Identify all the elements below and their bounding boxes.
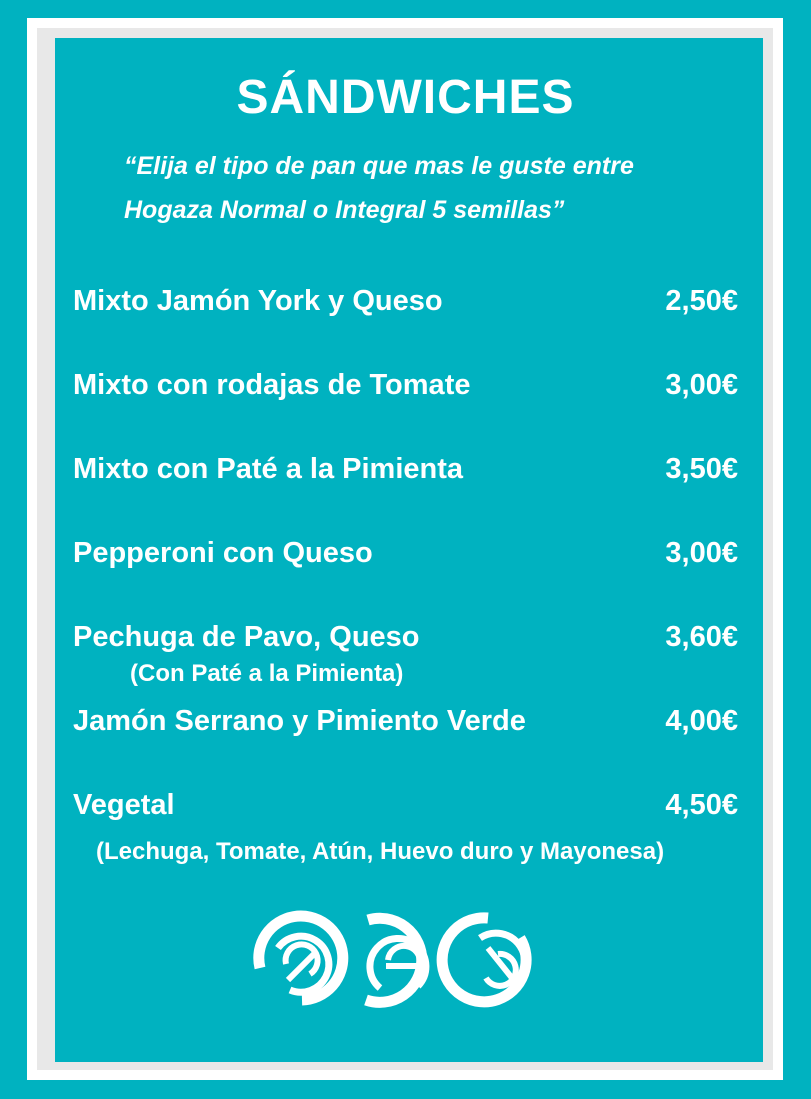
menu-item: Mixto con Paté a la Pimienta 3,50€ <box>73 453 738 489</box>
menu-item-name: Pepperoni con Queso <box>73 537 373 569</box>
menu-item: Pepperoni con Queso 3,00€ <box>73 537 738 573</box>
menu-item-price: 2,50€ <box>665 285 738 317</box>
menu-item-price: 3,00€ <box>665 537 738 569</box>
menu-title: SÁNDWICHES <box>236 71 575 124</box>
menu-item: Jamón Serrano y Pimiento Verde 4,00€ <box>73 705 738 741</box>
menu-item-price: 3,50€ <box>665 453 738 485</box>
menu-item-name: Mixto con rodajas de Tomate <box>73 369 471 401</box>
menu-item-price: 4,50€ <box>665 789 738 821</box>
menu-item-name: Pechuga de Pavo, Queso <box>73 621 420 653</box>
menu-item-name: Vegetal <box>73 789 175 821</box>
menu-item-price: 4,00€ <box>665 705 738 737</box>
menu-item: Pechuga de Pavo, Queso 3,60€ <box>73 621 738 657</box>
menu-subtitle-line2: Hogaza Normal o Integral 5 semillas” <box>124 196 565 224</box>
menu-item-note: (Con Paté a la Pimienta) <box>130 660 404 687</box>
menu-item-price: 3,00€ <box>665 369 738 401</box>
menu-item-note: (Lechuga, Tomate, Atún, Huevo duro y May… <box>96 838 665 865</box>
menu-item-name: Jamón Serrano y Pimiento Verde <box>73 705 526 737</box>
three-swirl-circles-logo-icon <box>253 910 532 1008</box>
menu-item-name: Mixto Jamón York y Queso <box>73 285 443 317</box>
menu-item-price: 3,60€ <box>665 621 738 653</box>
menu-item: Mixto con rodajas de Tomate 3,00€ <box>73 369 738 405</box>
menu-item: Mixto Jamón York y Queso 2,50€ <box>73 285 738 321</box>
menu-item-name: Mixto con Paté a la Pimienta <box>73 453 463 485</box>
menu-subtitle-line1: “Elija el tipo de pan que mas le guste e… <box>124 152 634 180</box>
menu-item: Vegetal 4,50€ <box>73 789 738 825</box>
